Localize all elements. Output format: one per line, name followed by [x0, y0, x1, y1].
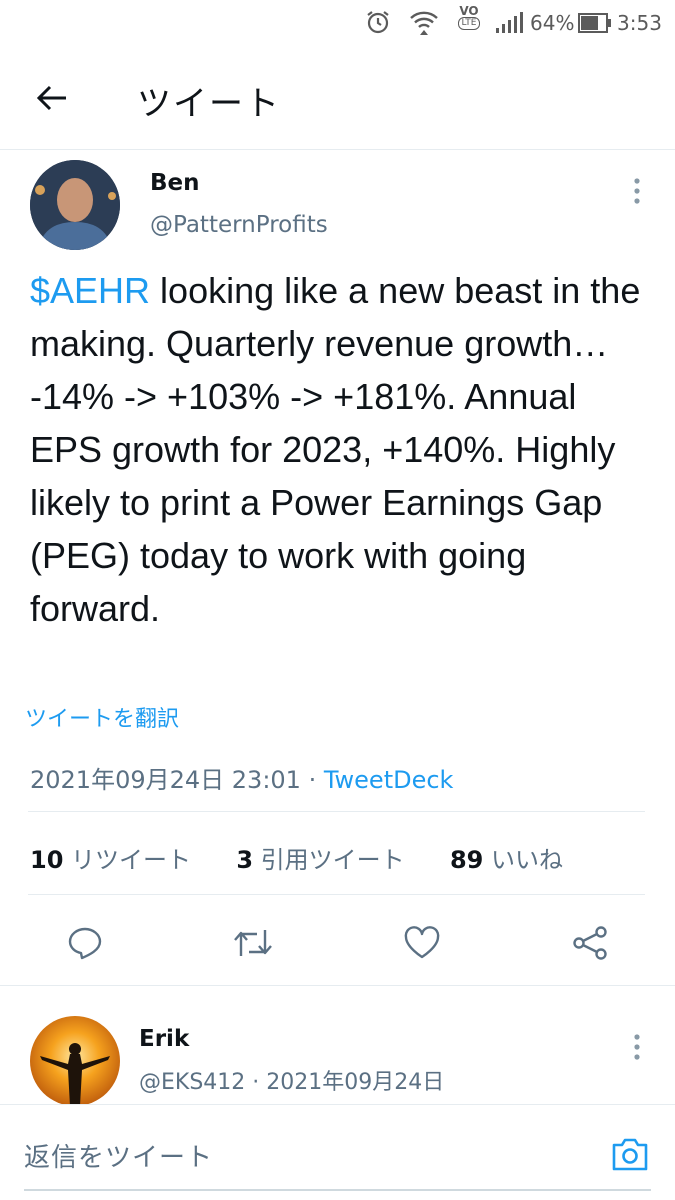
retweet-button[interactable]: [228, 920, 278, 966]
translate-link[interactable]: ツイートを翻訳: [25, 701, 179, 733]
vertical-dots-icon: [634, 178, 640, 204]
share-button[interactable]: [566, 920, 614, 966]
reply-author-name[interactable]: Erik: [139, 1026, 189, 1052]
client-link[interactable]: TweetDeck: [324, 766, 454, 794]
app-bar: ツイート: [0, 48, 675, 150]
reply-composer: 返信をツイート: [0, 1104, 675, 1200]
reply-more-options-button[interactable]: [620, 1030, 654, 1064]
signal-icon: [495, 12, 523, 34]
reply-tweet[interactable]: Erik @EKS412 · 2021年09月24日: [0, 986, 675, 1104]
heart-icon: [403, 926, 441, 960]
more-options-button[interactable]: [620, 174, 654, 208]
reply-button[interactable]: [62, 920, 108, 966]
author-handle[interactable]: @PatternProfits: [150, 212, 328, 238]
vertical-dots-icon: [634, 1034, 640, 1060]
share-icon: [571, 925, 609, 961]
arrow-left-icon: [36, 84, 68, 112]
tweet-text: $AEHR looking like a new beast in the ma…: [30, 264, 650, 635]
page-title: ツイート: [137, 84, 281, 124]
reply-input[interactable]: 返信をツイート: [24, 1137, 213, 1174]
wifi-icon: [408, 8, 440, 36]
retweet-icon: [232, 926, 274, 960]
quotes-stat[interactable]: 3 引用ツイート: [236, 846, 404, 874]
alarm-icon: [364, 8, 392, 36]
back-button[interactable]: [30, 76, 74, 120]
camera-button[interactable]: [606, 1131, 654, 1177]
tweet-detail: Ben @PatternProfits $AEHR looking like a…: [0, 150, 675, 985]
volte-icon: VO LTE: [457, 4, 481, 30]
tweet-stats: 10 リツイート 3 引用ツイート 89 いいね: [30, 840, 563, 875]
cashtag-link[interactable]: $AEHR: [30, 270, 150, 311]
reply-meta: @EKS412 · 2021年09月24日: [139, 1070, 445, 1095]
battery-icon: [578, 13, 612, 33]
clock: 3:53: [617, 11, 662, 35]
like-button[interactable]: [398, 920, 446, 966]
reply-author-handle[interactable]: @EKS412: [139, 1070, 245, 1095]
timestamp[interactable]: 2021年09月24日 23:01: [30, 766, 301, 794]
reply-date: 2021年09月24日: [266, 1070, 445, 1095]
battery-percent: 64%: [530, 11, 575, 35]
reply-avatar[interactable]: [30, 1016, 120, 1104]
status-bar: VO LTE 64% 3:53: [0, 0, 675, 48]
tweet-body: looking like a new beast in the making. …: [30, 270, 641, 629]
tweet-meta: 2021年09月24日 23:01 · TweetDeck: [30, 766, 454, 794]
reply-icon: [67, 925, 103, 961]
likes-stat[interactable]: 89 いいね: [450, 846, 563, 874]
retweets-stat[interactable]: 10 リツイート: [30, 846, 191, 874]
avatar[interactable]: [30, 160, 120, 250]
camera-icon: [610, 1136, 650, 1172]
author-name[interactable]: Ben: [150, 170, 200, 196]
